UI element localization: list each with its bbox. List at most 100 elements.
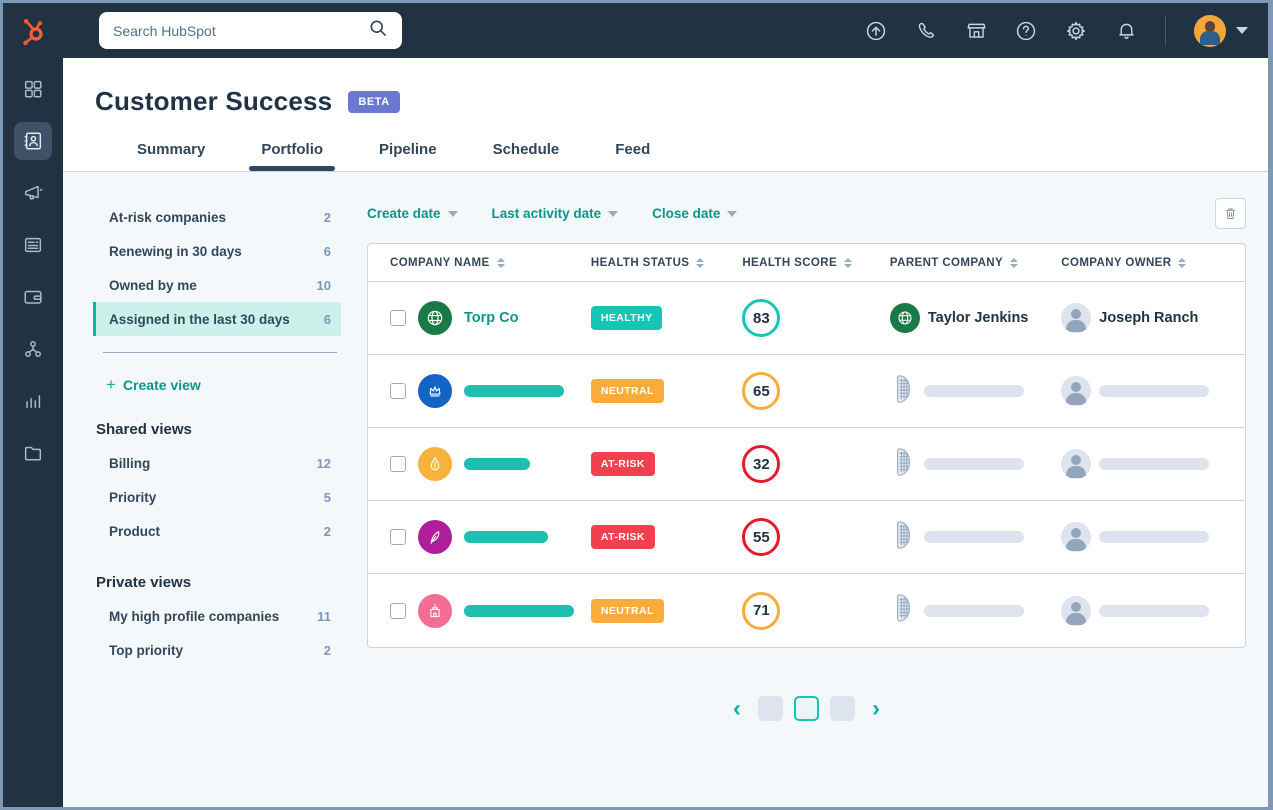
- health-score-ring: 65: [742, 372, 781, 410]
- owner-redacted: [1099, 385, 1210, 397]
- filter-last-activity-date[interactable]: Last activity date: [492, 206, 619, 221]
- user-avatar[interactable]: [1194, 14, 1226, 47]
- nav-marketing-icon[interactable]: [14, 174, 52, 212]
- tab-schedule[interactable]: Schedule: [477, 141, 576, 171]
- column-parent-company[interactable]: PARENT COMPANY: [890, 257, 1019, 269]
- view-owned-by-me[interactable]: Owned by me 10: [93, 268, 341, 302]
- table-row: AT-RISK 55: [368, 501, 1245, 574]
- plus-icon: +: [106, 375, 116, 394]
- nav-library-icon[interactable]: [14, 434, 52, 472]
- help-icon[interactable]: [1015, 20, 1037, 42]
- nav-crm-contacts-icon[interactable]: [14, 122, 52, 160]
- previous-page-icon[interactable]: ‹: [727, 696, 747, 720]
- delete-button[interactable]: [1215, 198, 1246, 229]
- pagination: ‹ ›: [367, 696, 1246, 721]
- filter-create-date[interactable]: Create date: [367, 206, 458, 221]
- tab-feed[interactable]: Feed: [599, 141, 666, 171]
- building-icon: [890, 520, 916, 555]
- building-icon: [890, 447, 916, 482]
- chevron-down-icon: [447, 210, 458, 217]
- global-search[interactable]: [99, 12, 402, 49]
- notifications-icon[interactable]: [1115, 20, 1137, 42]
- company-logo-globe-icon: [418, 301, 452, 335]
- company-name-redacted: [464, 531, 548, 543]
- row-checkbox[interactable]: [390, 602, 406, 619]
- view-count: 5: [323, 489, 331, 505]
- account-caret-icon[interactable]: [1236, 27, 1248, 34]
- column-health-status[interactable]: HEALTH STATUS: [591, 257, 740, 269]
- views-panel: At-risk companies 2 Renewing in 30 days …: [93, 198, 341, 807]
- company-logo-quill-icon: [418, 520, 452, 554]
- view-renewing-30-days[interactable]: Renewing in 30 days 6: [93, 234, 341, 268]
- view-count: 2: [323, 642, 331, 658]
- column-health-score[interactable]: HEALTH SCORE: [742, 257, 890, 269]
- next-page-icon[interactable]: ›: [866, 696, 886, 720]
- nav-commerce-icon[interactable]: [14, 278, 52, 316]
- column-company-owner[interactable]: COMPANY OWNER: [1061, 257, 1187, 269]
- view-my-high-profile-companies[interactable]: My high profile companies 11: [93, 599, 341, 633]
- owner-avatar: [1061, 376, 1092, 406]
- account-menu[interactable]: [1194, 14, 1248, 47]
- view-at-risk-companies[interactable]: At-risk companies 2: [93, 200, 341, 234]
- view-count: 6: [323, 243, 331, 259]
- view-top-priority[interactable]: Top priority 2: [93, 633, 341, 667]
- health-score-ring: 71: [742, 591, 781, 630]
- view-count: 2: [323, 209, 331, 225]
- row-checkbox[interactable]: [390, 456, 406, 472]
- company-name-redacted: [464, 458, 530, 470]
- beta-badge: BETA: [348, 90, 400, 113]
- parent-company-redacted: [923, 604, 1024, 617]
- health-status-badge: AT-RISK: [590, 525, 655, 549]
- owner-redacted: [1099, 458, 1210, 470]
- views-divider: [103, 352, 337, 353]
- owner-avatar: [1061, 522, 1092, 552]
- marketplace-icon[interactable]: [965, 20, 987, 42]
- sort-icon: [844, 257, 853, 268]
- nav-workspace-grid-icon[interactable]: [14, 70, 52, 108]
- view-count: 2: [323, 523, 331, 539]
- table-row: AT-RISK 32: [368, 428, 1245, 501]
- owner-avatar: [1061, 449, 1092, 479]
- chevron-down-icon: [608, 210, 619, 217]
- health-score-ring: 32: [742, 445, 781, 483]
- row-checkbox[interactable]: [390, 529, 406, 545]
- hubspot-logo[interactable]: [3, 16, 63, 46]
- health-score-ring: 83: [742, 299, 781, 337]
- search-input[interactable]: [113, 22, 368, 39]
- owner-avatar: [1061, 595, 1092, 626]
- page-button-2-current[interactable]: [794, 696, 819, 721]
- view-count: 10: [316, 277, 331, 293]
- calling-icon[interactable]: [915, 20, 937, 42]
- view-assigned-last-30-days[interactable]: Assigned in the last 30 days 6: [93, 302, 341, 336]
- parent-company-redacted: [923, 458, 1024, 470]
- column-company-name[interactable]: COMPANY NAME: [390, 257, 505, 269]
- tab-summary[interactable]: Summary: [121, 141, 221, 171]
- create-view-button[interactable]: + Create view: [106, 375, 341, 395]
- company-name-redacted: [464, 604, 574, 617]
- sort-icon: [1178, 257, 1187, 268]
- search-icon[interactable]: [368, 18, 388, 43]
- nav-reporting-icon[interactable]: [14, 382, 52, 420]
- row-checkbox[interactable]: [390, 310, 406, 326]
- view-billing[interactable]: Billing 12: [93, 446, 341, 480]
- shared-views-heading: Shared views: [96, 421, 192, 438]
- owner-name: Joseph Ranch: [1099, 310, 1199, 326]
- table-row: NEUTRAL 71: [368, 574, 1245, 647]
- filter-close-date[interactable]: Close date: [652, 206, 738, 221]
- settings-icon[interactable]: [1065, 20, 1087, 42]
- tab-portfolio[interactable]: Portfolio: [245, 141, 339, 171]
- page-button-1[interactable]: [758, 696, 783, 721]
- page-button-3[interactable]: [830, 696, 855, 721]
- company-name-link[interactable]: Torp Co: [464, 310, 519, 326]
- nav-content-icon[interactable]: [14, 226, 52, 264]
- nav-automation-icon[interactable]: [14, 330, 52, 368]
- parent-company-logo-globe-icon: [889, 303, 920, 333]
- health-status-badge: NEUTRAL: [590, 598, 664, 623]
- row-checkbox[interactable]: [390, 383, 406, 399]
- app-window: Customer Success BETA Summary Portfolio …: [0, 0, 1273, 810]
- view-priority[interactable]: Priority 5: [93, 480, 341, 514]
- view-product[interactable]: Product 2: [93, 514, 341, 548]
- company-logo-crown-icon: [418, 374, 452, 408]
- upgrade-icon[interactable]: [865, 20, 887, 42]
- tab-pipeline[interactable]: Pipeline: [363, 141, 453, 171]
